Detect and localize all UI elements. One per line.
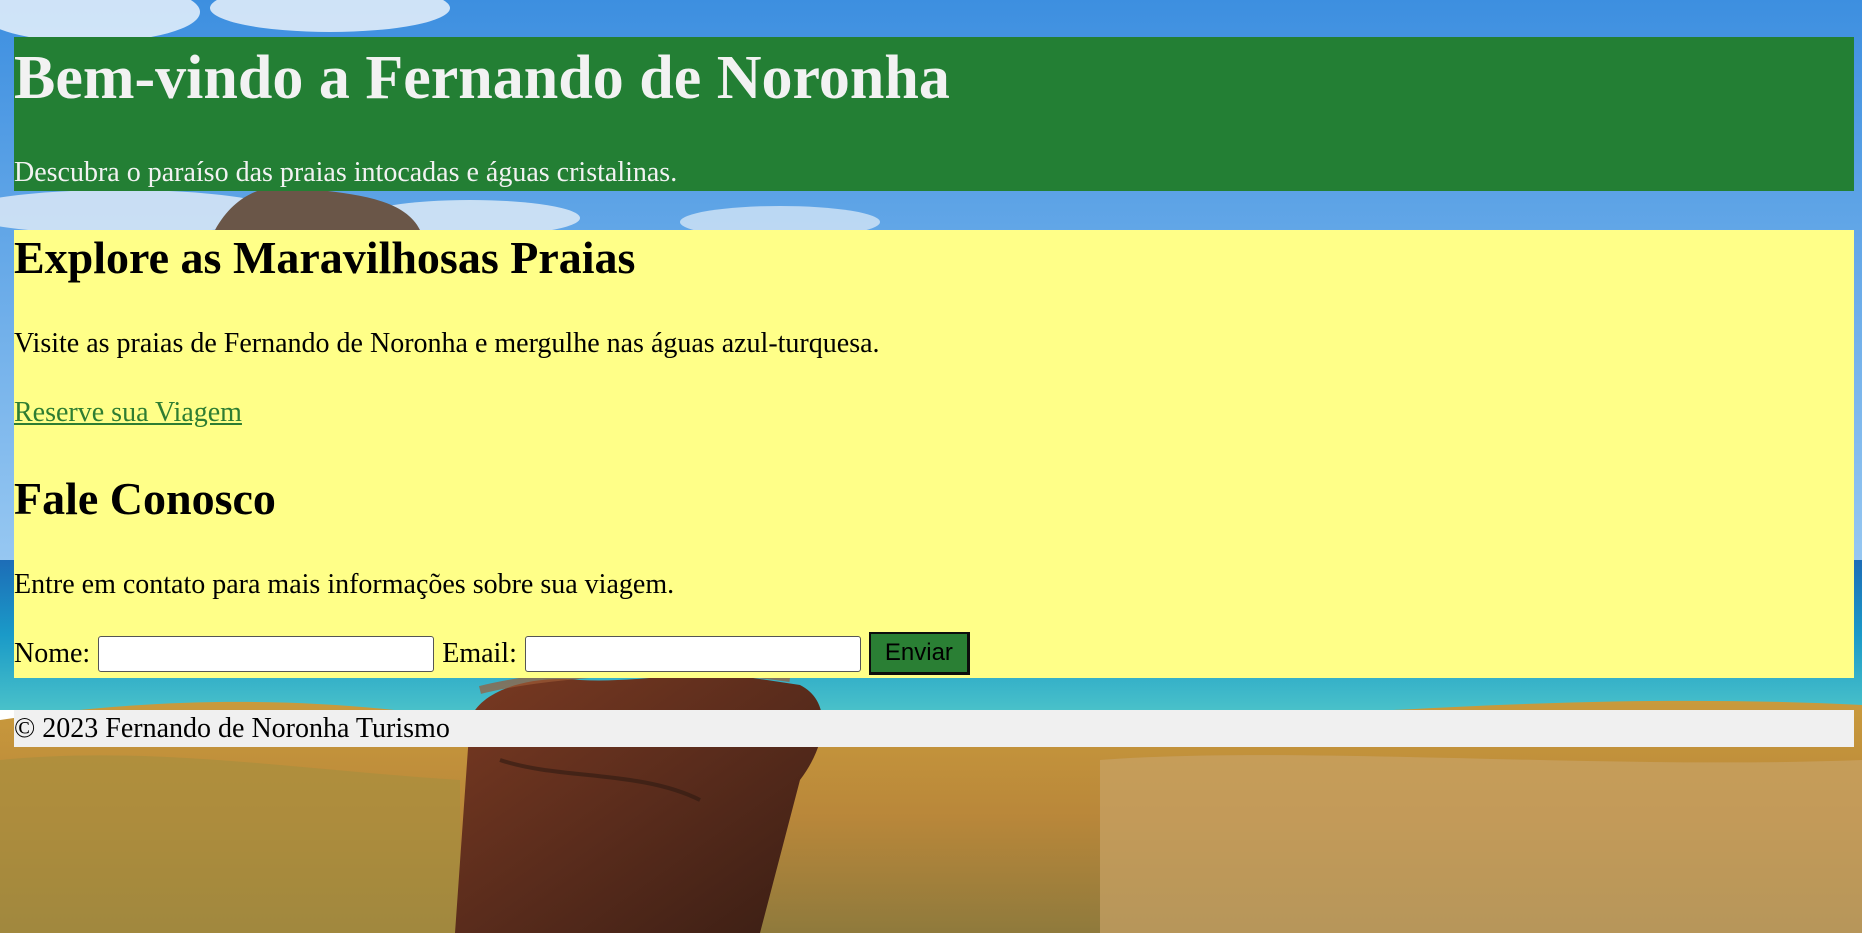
beaches-heading: Explore as Maravilhosas Praias — [14, 232, 636, 283]
page-content: Bem-vindo a Fernando de Noronha Descubra… — [14, 0, 1854, 747]
name-label: Nome: — [14, 637, 91, 669]
page-footer: © 2023 Fernando de Noronha Turismo — [14, 710, 1854, 747]
contact-heading: Fale Conosco — [14, 473, 276, 524]
email-input[interactable] — [524, 635, 861, 672]
page-subtitle: Descubra o paraíso das praias intocadas … — [14, 157, 678, 188]
reserve-trip-link[interactable]: Reserve sua Viagem — [14, 395, 242, 430]
submit-button[interactable]: Enviar — [868, 632, 970, 675]
name-input[interactable] — [98, 635, 435, 672]
hero-header: Bem-vindo a Fernando de Noronha Descubra… — [14, 37, 1854, 191]
contact-description: Entre em contato para mais informações s… — [14, 569, 675, 600]
page-title: Bem-vindo a Fernando de Noronha — [14, 44, 950, 112]
beaches-description: Visite as praias de Fernando de Noronha … — [14, 328, 880, 359]
contact-form: Nome: Email: Enviar — [14, 632, 970, 675]
email-label: Email: — [442, 637, 517, 669]
main-content: Explore as Maravilhosas Praias Visite as… — [14, 230, 1854, 678]
copyright-text: © 2023 Fernando de Noronha Turismo — [14, 713, 450, 744]
